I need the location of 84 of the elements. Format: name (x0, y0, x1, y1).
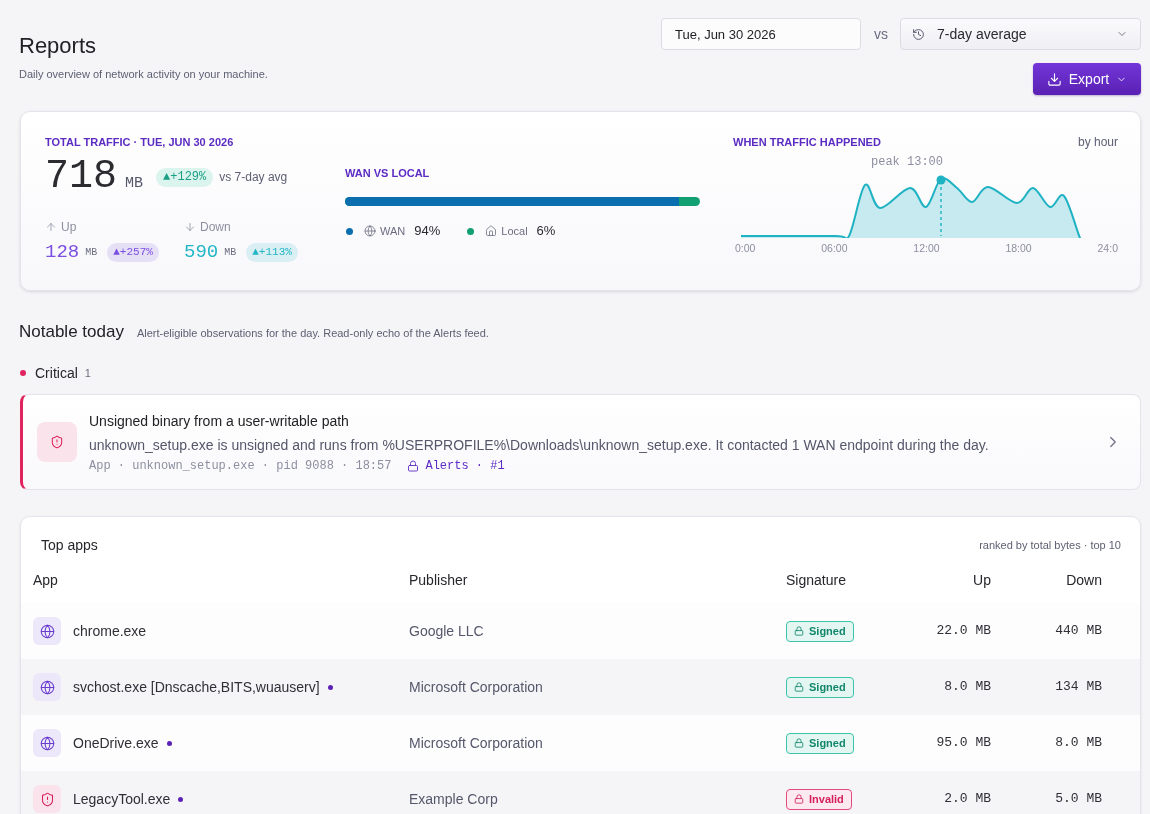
traffic-direction-unit: MB (85, 245, 98, 260)
upload-amount: 2.0 MB (943, 790, 991, 809)
globe-icon (33, 617, 61, 645)
section-title: Notable today (19, 321, 124, 343)
globe-icon (33, 729, 61, 757)
app-name: svchost.exe [Dnscache,BITS,wuauserv] (73, 677, 320, 697)
traffic-direction-label: Up (61, 219, 77, 236)
upload-amount: 22.0 MB (935, 622, 991, 641)
alert-title: Unsigned binary from a user-writable path (89, 411, 350, 431)
card-title: Top apps (41, 536, 98, 554)
globe-icon (364, 225, 376, 237)
hourly-chart-unit: by hour (1077, 134, 1118, 151)
vs-label: vs (874, 24, 888, 44)
total-traffic-value: 718 (45, 155, 117, 199)
download-icon (1046, 71, 1062, 87)
alerts-link[interactable]: Alerts · #1 (407, 456, 505, 475)
traffic-direction-value: 128 (45, 240, 80, 264)
comparison-note: vs 7-day avg (219, 169, 288, 186)
total-traffic-unit: MB (125, 174, 144, 194)
alert-count: 1 (84, 365, 91, 381)
severity-label: Critical (35, 363, 78, 383)
publisher-name: Microsoft Corporation (409, 733, 544, 753)
signature-label: Signed (809, 679, 846, 695)
download-amount: 5.0 MB (1054, 790, 1102, 809)
lock-icon (794, 794, 804, 804)
x-axis-label: 0:00 (735, 241, 756, 255)
alert-description: unknown_setup.exe is unsigned and runs from %USERPROFILE%\Downloads\unknown_setup.exe. It contacted 1 WAN endpoint during the day. (89, 435, 990, 455)
signature-label: Signed (809, 623, 846, 639)
shield-alert-icon (33, 785, 61, 813)
change-badge: ▲+257% (107, 242, 159, 262)
column-header: Up (972, 571, 991, 590)
shield-alert-icon (37, 422, 77, 462)
column-header: Signature (786, 571, 847, 590)
column-header: Publisher (409, 571, 469, 590)
legend-label: Local (501, 223, 528, 239)
legend-value: 94% (414, 222, 441, 241)
alert-card[interactable] (20, 394, 1141, 490)
comparison-dropdown[interactable]: 7-day average (900, 18, 1141, 50)
total-traffic-label: TOTAL TRAFFIC · TUE, JUN 30 2026 (45, 135, 235, 149)
card-note: ranked by total bytes · top 10 (979, 537, 1121, 553)
publisher-name: Example Corp (409, 789, 499, 809)
publisher-name: Microsoft Corporation (409, 677, 544, 697)
date-field[interactable]: Tue, Jun 30 2026 (661, 18, 861, 50)
traffic-direction-label: Down (200, 219, 231, 236)
upload-amount: 8.0 MB (943, 678, 991, 697)
lock-icon (794, 738, 804, 748)
traffic-direction-unit: MB (224, 245, 237, 260)
change-badge: ▲+129% (156, 167, 214, 187)
traffic-direction-value: 590 (184, 240, 219, 264)
download-amount: 134 MB (1054, 678, 1102, 697)
page-title: Reports (19, 32, 98, 60)
app-name: OneDrive.exe (73, 733, 159, 753)
signature-label: Signed (809, 735, 846, 751)
download-amount: 440 MB (1054, 622, 1102, 641)
column-header: App (33, 571, 59, 590)
app-name: LegacyTool.exe (73, 789, 171, 809)
peak-label: peak 13:00 (871, 155, 943, 169)
download-amount: 8.0 MB (1054, 734, 1102, 753)
lock-icon (407, 459, 420, 472)
section-subtitle: Alert-eligible observations for the day. Read-only echo of the Alerts feed. (136, 326, 489, 341)
lock-icon (794, 626, 804, 636)
history-icon (912, 27, 925, 41)
lock-icon (794, 682, 804, 692)
signature-label: Invalid (809, 791, 844, 807)
column-header: Down (1065, 571, 1102, 590)
arrow-up-icon (45, 221, 57, 233)
x-axis-label: 06:00 (821, 241, 848, 255)
export-button[interactable]: Export (1033, 63, 1141, 95)
upload-amount: 95.0 MB (935, 734, 991, 753)
hourly-chart-label: WHEN TRAFFIC HAPPENED (733, 135, 881, 149)
legend-value: 6% (536, 222, 556, 241)
wan-local-label: WAN VS LOCAL (345, 166, 431, 180)
page-subtitle: Daily overview of network activity on your machine. (19, 67, 268, 82)
alert-meta: App · unknown_setup.exe · pid 9088 · 18:57 (89, 457, 392, 475)
change-badge: ▲+113% (246, 242, 298, 262)
globe-icon (33, 673, 61, 701)
legend-label: WAN (380, 223, 406, 239)
house-icon (485, 225, 498, 237)
arrow-down-icon (184, 221, 196, 233)
x-axis-label: 18:00 (1005, 241, 1032, 255)
x-axis-label: 24:0 (1097, 241, 1118, 255)
app-name: chrome.exe (73, 621, 147, 641)
publisher-name: Google LLC (409, 621, 485, 641)
x-axis-label: 12:00 (913, 241, 940, 255)
